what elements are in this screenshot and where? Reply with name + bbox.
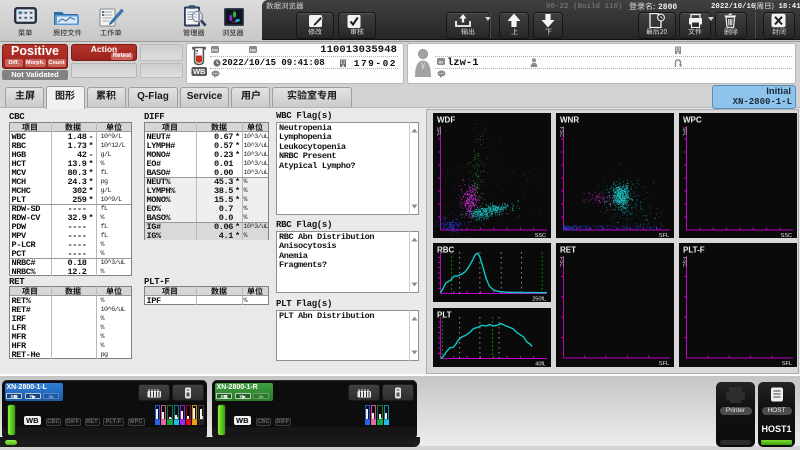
svg-text:SFL: SFL xyxy=(782,361,792,367)
svg-text:WPC: WPC xyxy=(683,115,702,124)
svg-text:WNR: WNR xyxy=(560,115,579,124)
svg-text:SSC: SSC xyxy=(535,233,546,239)
svg-text:SFL: SFL xyxy=(681,127,687,136)
svg-text:WDF: WDF xyxy=(437,115,455,124)
svg-text:FSC: FSC xyxy=(681,257,687,267)
svg-text:40fL: 40fL xyxy=(535,361,546,367)
svg-text:ID: ID xyxy=(439,59,443,64)
svg-text:SFL: SFL xyxy=(659,233,669,239)
svg-text:SFL: SFL xyxy=(659,361,669,367)
svg-text:RET: RET xyxy=(560,246,576,255)
svg-text:SFL: SFL xyxy=(435,127,441,136)
svg-text:FSC: FSC xyxy=(558,257,564,267)
svg-text:PLT: PLT xyxy=(437,310,452,319)
svg-text:SSC: SSC xyxy=(781,233,792,239)
svg-text:250fL: 250fL xyxy=(532,297,546,303)
svg-text:FSC: FSC xyxy=(558,127,564,137)
svg-text:PLT-F: PLT-F xyxy=(683,246,705,255)
